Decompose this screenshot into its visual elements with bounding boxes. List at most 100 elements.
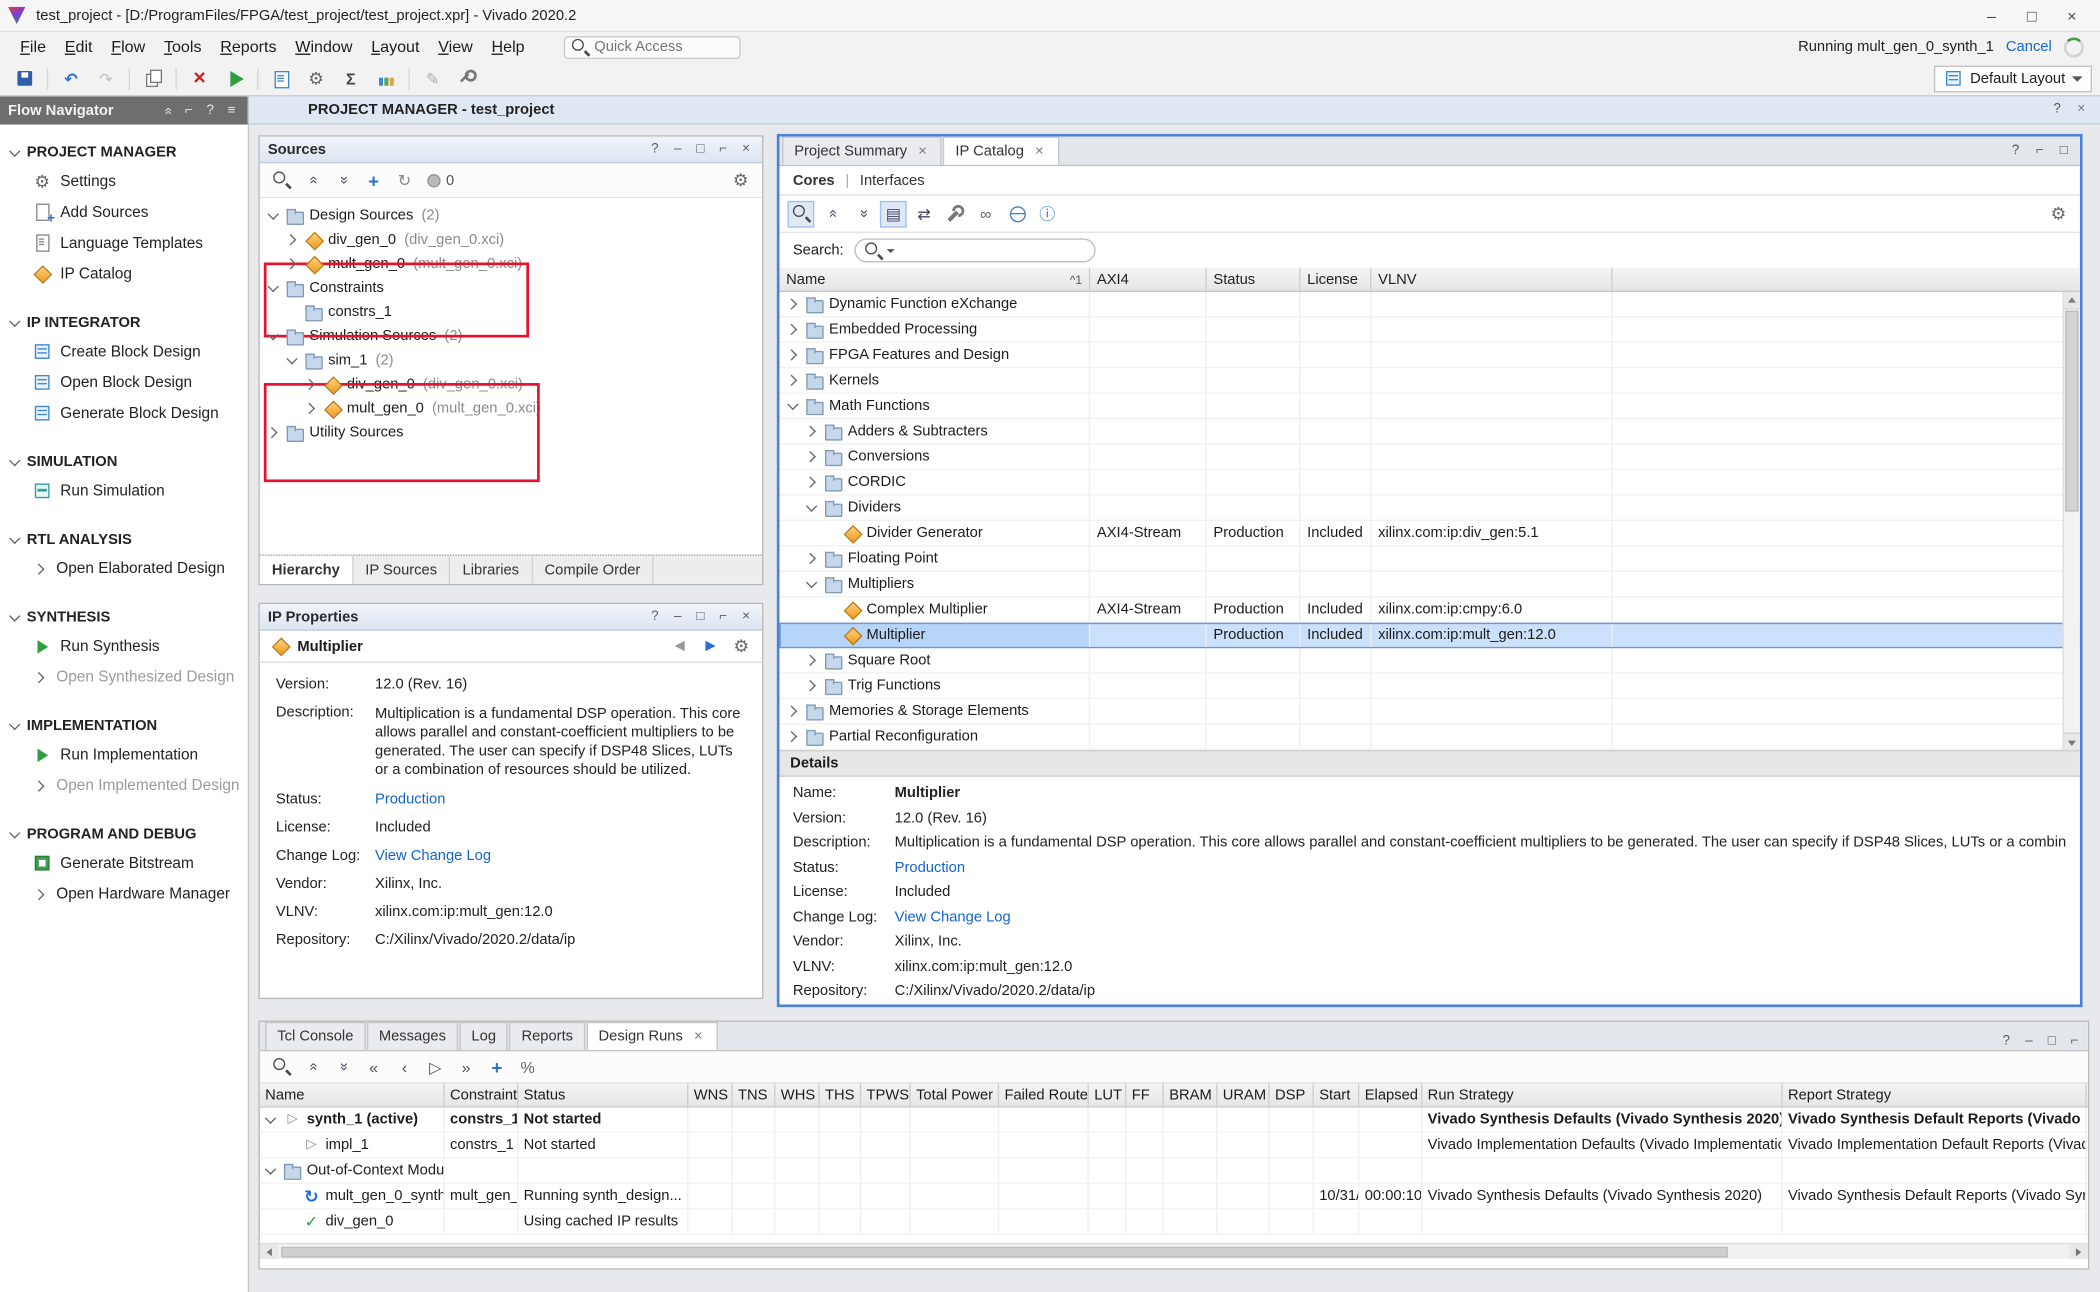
menu-help[interactable]: Help — [482, 35, 534, 59]
scrollbar-thumb[interactable] — [2065, 311, 2078, 512]
flownav-help-icon[interactable]: ? — [202, 102, 218, 118]
column-header-vlnv[interactable]: VLNV — [1371, 268, 1612, 291]
report-button[interactable] — [265, 64, 297, 93]
tab-ip-catalog[interactable]: IP Catalog× — [943, 137, 1058, 165]
twistie-down-icon[interactable] — [804, 576, 820, 592]
viewtab-cores[interactable]: Cores — [793, 172, 835, 188]
catalog-row-multipliers[interactable]: Multipliers — [779, 572, 2079, 597]
twistie-down-icon[interactable] — [284, 352, 300, 368]
help-icon[interactable]: ? — [647, 141, 663, 157]
flownav-item-create-block-design[interactable]: Create Block Design — [0, 336, 248, 367]
twistie-down-icon[interactable] — [265, 280, 281, 296]
wrench-button[interactable] — [942, 200, 969, 227]
tab-design-runs[interactable]: Design Runs× — [586, 1022, 717, 1050]
column-header-tns[interactable]: TNS — [733, 1083, 776, 1106]
catalog-row-cordic[interactable]: CORDIC — [779, 470, 2079, 495]
flownav-section-header-synthesis[interactable]: SYNTHESIS — [0, 603, 248, 631]
menu-flow[interactable]: Flow — [102, 35, 155, 59]
play-outline-button[interactable]: ▷ — [422, 1053, 449, 1080]
runs-horizontal-scrollbar[interactable] — [260, 1243, 2088, 1259]
column-header-start[interactable]: Start — [1314, 1083, 1360, 1106]
column-header-uram[interactable]: URAM — [1217, 1083, 1269, 1106]
menu-view[interactable]: View — [429, 35, 482, 59]
tree-item-mult-gen-0[interactable]: mult_gen_0 (mult_gen_0.xci) — [260, 252, 762, 276]
refresh-button[interactable]: ↻ — [391, 167, 418, 194]
flownav-item-open-synthesized-design[interactable]: Open Synthesized Design — [0, 662, 248, 693]
tree-item-div-gen-0[interactable]: div_gen_0 (div_gen_0.xci) — [260, 228, 762, 252]
column-header-dsp[interactable]: DSP — [1270, 1083, 1314, 1106]
minimize-icon[interactable]: – — [2021, 1034, 2037, 1050]
flownav-menu-icon[interactable]: ≡ — [224, 102, 240, 118]
info-button[interactable]: ⓘ — [1034, 200, 1061, 227]
flownav-item-language-templates[interactable]: Language Templates — [0, 228, 248, 259]
to-start-button[interactable]: « — [360, 1053, 387, 1080]
context-close-icon[interactable]: × — [2073, 102, 2089, 118]
column-header-wns[interactable]: WNS — [688, 1083, 732, 1106]
tree-item-utility-sources[interactable]: Utility Sources — [260, 421, 762, 445]
link-button[interactable]: ∞ — [972, 200, 999, 227]
scrollbar-thumb[interactable] — [281, 1246, 1727, 1257]
column-header-name[interactable]: Name — [260, 1083, 445, 1106]
flownav-item-open-hardware-manager[interactable]: Open Hardware Manager — [0, 879, 248, 910]
column-header-axi4[interactable]: AXI4 — [1090, 268, 1207, 291]
run-row-synth-1-active[interactable]: ▷synth_1 (active)constrs_1Not startedViv… — [260, 1108, 2088, 1133]
twistie-right-icon[interactable] — [785, 321, 801, 337]
run-row-mult-gen-0-synth-1[interactable]: ↻mult_gen_0_synth_1mult_gen_0Running syn… — [260, 1184, 2088, 1209]
catalog-row-memories-storage-elements[interactable]: Memories & Storage Elements — [779, 699, 2079, 724]
float-icon[interactable]: ⌐ — [715, 141, 731, 157]
catalog-row-dividers[interactable]: Dividers — [779, 496, 2079, 521]
flownav-item-run-synthesis[interactable]: Run Synthesis — [0, 631, 248, 662]
column-header-status[interactable]: Status — [1207, 268, 1301, 291]
sources-tab-hierarchy[interactable]: Hierarchy — [260, 556, 353, 584]
flownav-float-icon[interactable]: ⌐ — [181, 102, 197, 118]
tab-reports[interactable]: Reports — [509, 1022, 585, 1050]
catalog-row-conversions[interactable]: Conversions — [779, 445, 2079, 470]
column-header-status[interactable]: Status — [518, 1083, 688, 1106]
add-button[interactable]: + — [483, 1053, 510, 1080]
column-header-tpws[interactable]: TPWS — [861, 1083, 911, 1106]
redo-button[interactable]: ↷ — [90, 64, 122, 93]
twistie-down-icon[interactable] — [263, 1163, 279, 1179]
tree-item-constrs-1[interactable]: constrs_1 — [260, 300, 762, 324]
twistie-right-icon[interactable] — [785, 347, 801, 363]
add-button[interactable]: + — [360, 167, 387, 194]
hierarchy-button[interactable]: ▤ — [880, 200, 907, 227]
tab-close-icon[interactable]: × — [915, 141, 930, 161]
flownav-section-header-rtl-analysis[interactable]: RTL ANALYSIS — [0, 525, 248, 553]
details-value-change-log[interactable]: View Change Log — [895, 909, 2067, 934]
menu-tools[interactable]: Tools — [155, 35, 211, 59]
debug-button[interactable] — [451, 64, 483, 93]
twistie-right-icon[interactable] — [303, 400, 319, 416]
context-help-icon[interactable]: ? — [2049, 102, 2065, 118]
minimize-icon[interactable]: – — [670, 609, 686, 625]
previous-icon[interactable]: ◀ — [670, 636, 690, 656]
flownav-item-open-implemented-design[interactable]: Open Implemented Design — [0, 770, 248, 801]
tab-close-icon[interactable]: × — [1032, 141, 1047, 161]
twistie-right-icon[interactable] — [284, 256, 300, 272]
catalog-row-adders-subtracters[interactable]: Adders & Subtracters — [779, 419, 2079, 444]
ipprops-value-change-log[interactable]: View Change Log — [375, 848, 746, 864]
sum-button[interactable]: Σ — [335, 64, 367, 93]
search-button[interactable] — [788, 200, 815, 227]
catalog-row-dynamic-function-exchange[interactable]: Dynamic Function eXchange — [779, 292, 2079, 317]
restore-button[interactable]: ⇄ — [911, 200, 938, 227]
column-header-elapsed[interactable]: Elapsed — [1359, 1083, 1422, 1106]
flownav-section-header-simulation[interactable]: SIMULATION — [0, 447, 248, 475]
column-header-run-strategy[interactable]: Run Strategy — [1422, 1083, 1782, 1106]
cancel-button[interactable]: × — [183, 64, 215, 93]
run-row-div-gen-0[interactable]: ✓div_gen_0Using cached IP results — [260, 1209, 2088, 1234]
twistie-right-icon[interactable] — [785, 729, 801, 745]
tree-item-simulation-sources[interactable]: Simulation Sources (2) — [260, 324, 762, 348]
column-header-license[interactable]: License — [1300, 268, 1371, 291]
flownav-collapse-all-icon[interactable]: « — [159, 102, 175, 118]
world-button[interactable] — [1003, 200, 1030, 227]
catalog-row-math-functions[interactable]: Math Functions — [779, 394, 2079, 419]
flownav-section-header-implementation[interactable]: IMPLEMENTATION — [0, 711, 248, 739]
undo-button[interactable]: ↶ — [55, 64, 87, 93]
settings-button[interactable]: ⚙ — [727, 167, 754, 194]
tab-project-summary[interactable]: Project Summary× — [782, 137, 942, 165]
quick-access-search[interactable] — [563, 35, 740, 58]
flownav-item-open-block-design[interactable]: Open Block Design — [0, 367, 248, 398]
sources-tab-ip-sources[interactable]: IP Sources — [353, 556, 450, 584]
twistie-right-icon[interactable] — [785, 372, 801, 388]
